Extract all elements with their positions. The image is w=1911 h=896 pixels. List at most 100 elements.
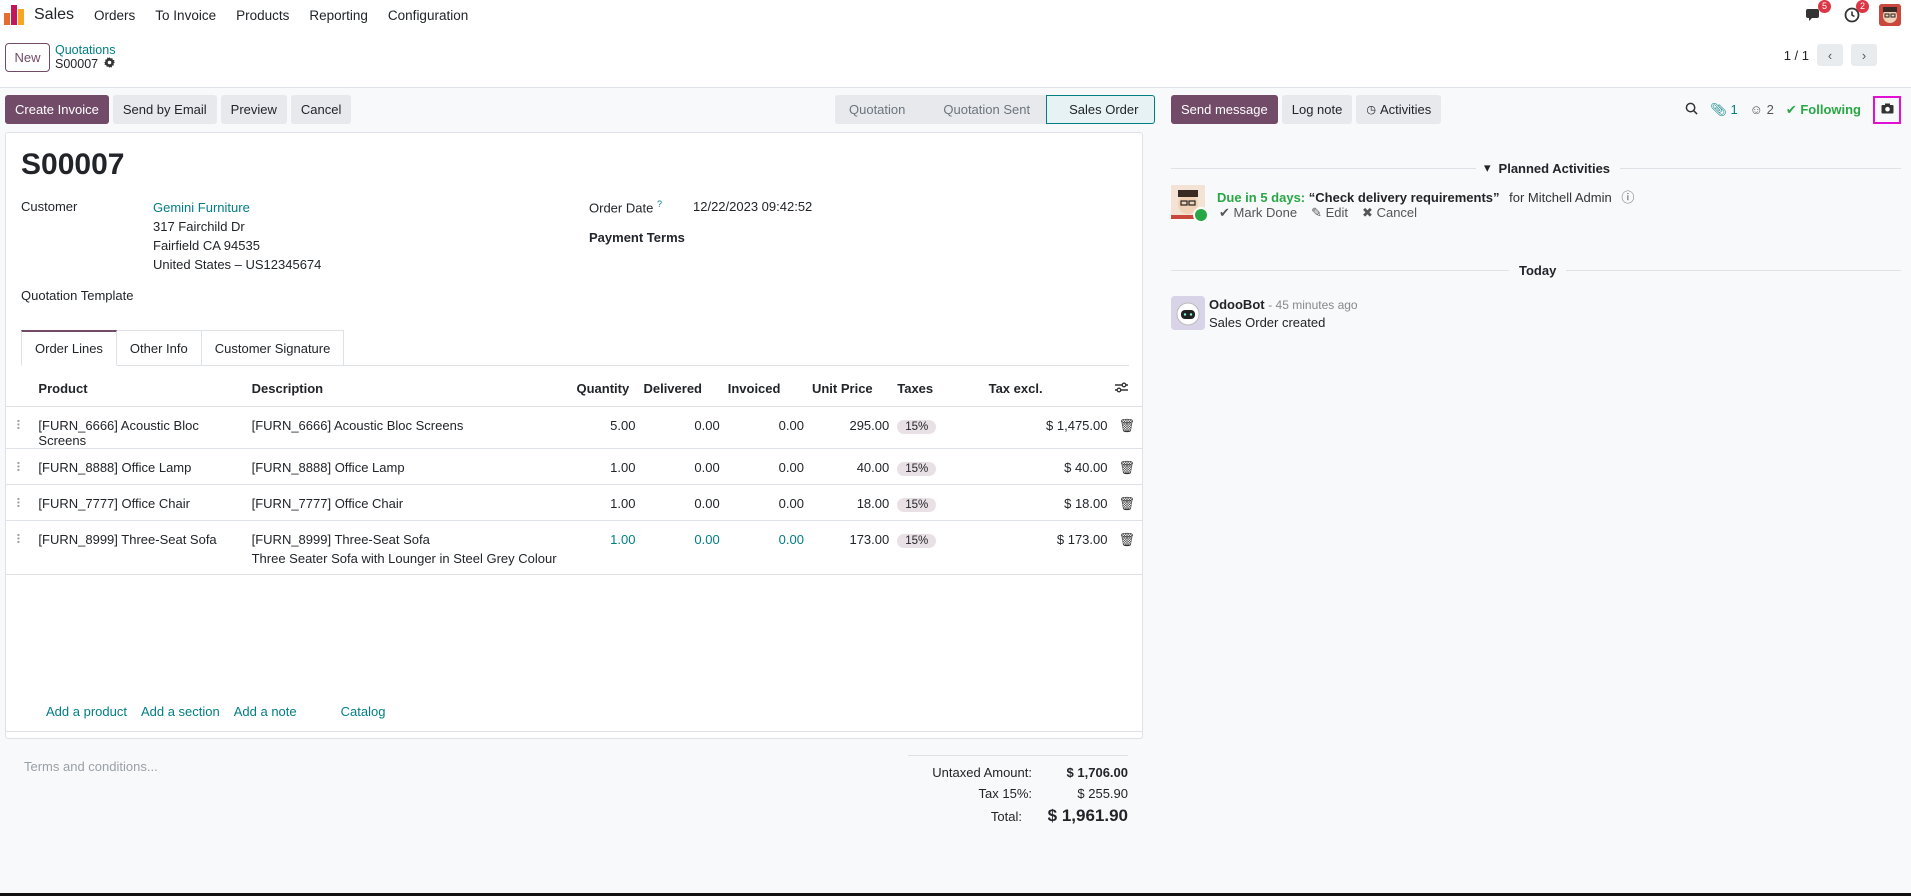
- line-product[interactable]: [FURN_8888] Office Lamp: [34, 448, 248, 485]
- following-button[interactable]: ✔ Following: [1786, 102, 1861, 118]
- col-delivered[interactable]: Delivered: [639, 371, 724, 407]
- line-subtotal: $ 1,475.00: [984, 406, 1112, 449]
- trash-icon[interactable]: 🗑︎: [1111, 406, 1142, 449]
- pager-previous-button[interactable]: ‹: [1817, 44, 1843, 66]
- stage-sales-order[interactable]: Sales Order: [1046, 95, 1156, 124]
- menu-orders[interactable]: Orders: [94, 8, 135, 23]
- col-unit-price[interactable]: Unit Price: [807, 371, 894, 407]
- line-product[interactable]: [FURN_8999] Three-Seat Sofa: [34, 520, 248, 575]
- cancel-activity-button[interactable]: ✖ Cancel: [1362, 205, 1417, 221]
- menu-configuration[interactable]: Configuration: [388, 8, 468, 23]
- odoo-logo-icon[interactable]: [4, 5, 26, 25]
- trash-icon[interactable]: 🗑︎: [1111, 448, 1142, 485]
- breadcrumb-quotations[interactable]: Quotations: [55, 43, 115, 57]
- message-author[interactable]: OdooBot: [1209, 297, 1265, 312]
- line-unit-price[interactable]: 173.00: [807, 520, 894, 575]
- drag-handle-icon[interactable]: ⠇: [6, 448, 35, 485]
- search-icon[interactable]: [1685, 102, 1698, 118]
- add-note-link[interactable]: Add a note: [234, 704, 297, 719]
- line-quantity[interactable]: 5.00: [572, 406, 640, 449]
- customer-link[interactable]: Gemini Furniture: [153, 200, 250, 215]
- mark-done-button[interactable]: ✔ Mark Done: [1219, 205, 1297, 221]
- drag-handle-icon[interactable]: ⠇: [6, 520, 35, 575]
- activity-actions: ✔ Mark Done ✎ Edit ✖ Cancel: [1219, 205, 1417, 221]
- followers-button[interactable]: ☺ 2: [1750, 102, 1774, 117]
- menu-reporting[interactable]: Reporting: [309, 8, 368, 23]
- line-taxes[interactable]: 15%: [893, 406, 985, 449]
- chatter-expand-button[interactable]: [1873, 95, 1901, 124]
- drag-handle-icon[interactable]: ⠇: [6, 484, 35, 521]
- catalog-link[interactable]: Catalog: [341, 704, 386, 719]
- col-product[interactable]: Product: [34, 371, 248, 407]
- log-note-button[interactable]: Log note: [1281, 95, 1353, 124]
- table-row[interactable]: ⠇ [FURN_7777] Office Chair [FURN_7777] O…: [6, 484, 1142, 521]
- info-icon[interactable]: ⓘ: [1621, 190, 1634, 205]
- line-product[interactable]: [FURN_6666] Acoustic Bloc Screens: [34, 406, 248, 449]
- table-row[interactable]: ⠇ [FURN_8999] Three-Seat Sofa [FURN_8999…: [6, 520, 1142, 575]
- line-description[interactable]: [FURN_6666] Acoustic Bloc Screens: [247, 406, 573, 449]
- line-unit-price[interactable]: 295.00: [807, 406, 894, 449]
- clock-icon[interactable]: 2: [1841, 0, 1869, 26]
- optional-columns-icon[interactable]: [1111, 371, 1142, 407]
- col-taxes[interactable]: Taxes: [893, 371, 985, 407]
- order-date-value[interactable]: 12/22/2023 09:42:52: [693, 199, 812, 214]
- col-invoiced[interactable]: Invoiced: [723, 371, 808, 407]
- menu-to-invoice[interactable]: To Invoice: [155, 8, 216, 23]
- line-delivered[interactable]: 0.00: [639, 406, 724, 449]
- line-quantity[interactable]: 1.00: [572, 520, 640, 575]
- help-icon[interactable]: ?: [657, 199, 662, 209]
- col-tax-excl[interactable]: Tax excl.: [984, 371, 1112, 407]
- table-row[interactable]: ⠇ [FURN_8888] Office Lamp [FURN_8888] Of…: [6, 448, 1142, 485]
- terms-input[interactable]: Terms and conditions...: [24, 759, 158, 774]
- app-name[interactable]: Sales: [34, 6, 74, 24]
- line-quantity[interactable]: 1.00: [572, 448, 640, 485]
- line-quantity[interactable]: 1.00: [572, 484, 640, 521]
- line-unit-price[interactable]: 40.00: [807, 448, 894, 485]
- order-date-label: Order Date ?: [589, 199, 662, 215]
- trash-icon[interactable]: 🗑︎: [1111, 484, 1142, 521]
- avatar[interactable]: [1879, 4, 1901, 26]
- tax-badge: 15%: [897, 461, 937, 476]
- gear-icon[interactable]: [104, 57, 116, 71]
- line-taxes[interactable]: 15%: [893, 484, 985, 521]
- attachments-button[interactable]: 📎︎ 1: [1710, 102, 1737, 118]
- add-section-link[interactable]: Add a section: [141, 704, 220, 719]
- line-unit-price[interactable]: 18.00: [807, 484, 894, 521]
- send-message-button[interactable]: Send message: [1171, 95, 1278, 124]
- new-button[interactable]: New: [5, 43, 50, 72]
- line-product[interactable]: [FURN_7777] Office Chair: [34, 484, 248, 521]
- col-quantity[interactable]: Quantity: [572, 371, 640, 407]
- edit-button[interactable]: ✎ Edit: [1311, 205, 1348, 221]
- create-invoice-button[interactable]: Create Invoice: [5, 95, 109, 124]
- pager-value[interactable]: 1 / 1: [1784, 48, 1809, 63]
- line-description[interactable]: [FURN_7777] Office Chair: [247, 484, 573, 521]
- pager-next-button[interactable]: ›: [1851, 44, 1877, 66]
- stage-quotation-sent[interactable]: Quotation Sent: [921, 95, 1047, 124]
- form-sheet: S00007 Customer Gemini Furniture 317 Fai…: [5, 132, 1143, 825]
- preview-button[interactable]: Preview: [220, 95, 287, 124]
- add-product-link[interactable]: Add a product: [46, 704, 127, 719]
- trash-icon[interactable]: 🗑︎: [1111, 520, 1142, 575]
- tab-order-lines[interactable]: Order Lines: [21, 330, 117, 366]
- line-description[interactable]: [FURN_8999] Three-Seat Sofa Three Seater…: [247, 520, 573, 575]
- line-delivered[interactable]: 0.00: [639, 484, 724, 521]
- avatar[interactable]: [1171, 296, 1205, 330]
- table-row[interactable]: ⠇ [FURN_6666] Acoustic Bloc Screens [FUR…: [6, 406, 1142, 449]
- line-taxes[interactable]: 15%: [893, 448, 985, 485]
- line-delivered[interactable]: 0.00: [639, 448, 724, 485]
- line-description[interactable]: [FURN_8888] Office Lamp: [247, 448, 573, 485]
- planned-activities-header[interactable]: ▾ Planned Activities: [1171, 160, 1901, 176]
- activities-button[interactable]: ◷ Activities: [1356, 95, 1442, 124]
- drag-handle-icon[interactable]: ⠇: [6, 406, 35, 449]
- line-taxes[interactable]: 15%: [893, 520, 985, 575]
- tab-other-info[interactable]: Other Info: [115, 330, 202, 366]
- line-subtotal: $ 173.00: [984, 520, 1112, 575]
- col-description[interactable]: Description: [247, 371, 573, 407]
- tab-customer-signature[interactable]: Customer Signature: [200, 330, 345, 366]
- send-by-email-button[interactable]: Send by Email: [112, 95, 217, 124]
- chat-icon[interactable]: 5: [1803, 0, 1831, 26]
- cancel-button[interactable]: Cancel: [290, 95, 352, 124]
- line-delivered[interactable]: 0.00: [639, 520, 724, 575]
- menu-products[interactable]: Products: [236, 8, 289, 23]
- stage-quotation[interactable]: Quotation: [835, 95, 922, 124]
